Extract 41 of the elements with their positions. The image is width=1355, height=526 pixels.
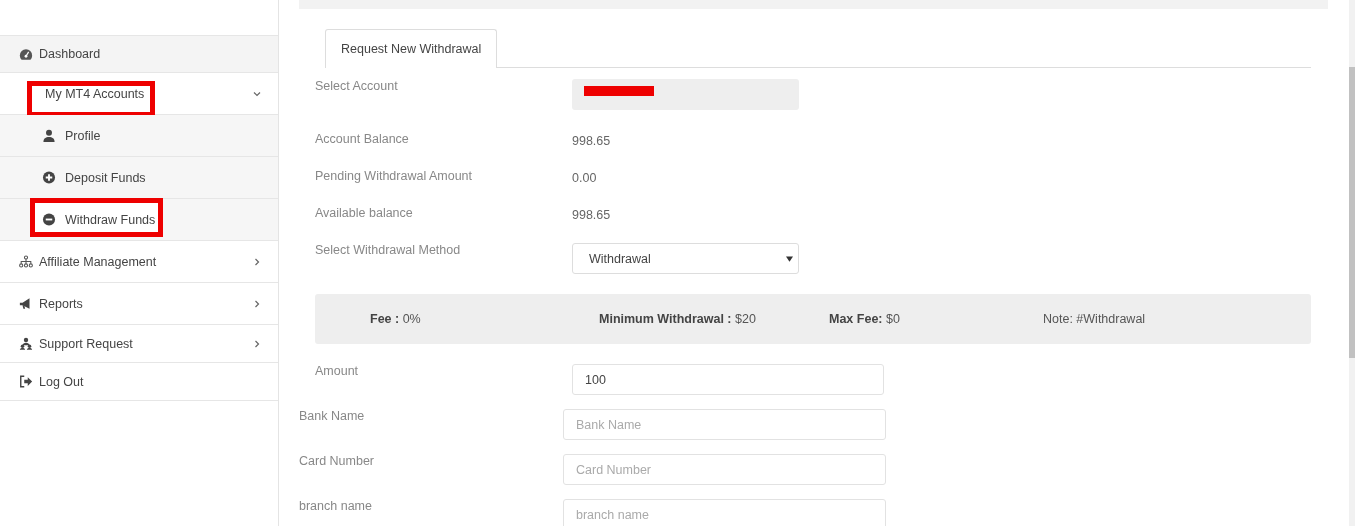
nav-item[interactable]: Dashboard [0, 35, 278, 73]
person-icon [42, 129, 56, 142]
submenu-item[interactable]: Deposit Funds [0, 157, 278, 199]
input-field[interactable]: branch name [563, 499, 886, 526]
field-label: Account Balance [315, 132, 410, 146]
input-field[interactable]: Bank Name [563, 409, 886, 440]
field-label: Select Withdrawal Method [315, 243, 462, 257]
submenu-item[interactable]: Withdraw Funds [0, 199, 278, 241]
plus-circle-icon [42, 171, 56, 184]
field-value: 998.65 [572, 207, 611, 222]
tab[interactable]: Request New Withdrawal [325, 29, 498, 68]
field-label: Pending Withdrawal Amount [315, 169, 474, 183]
megaphone-icon [19, 297, 33, 310]
dropdown-caret-icon [786, 255, 793, 262]
info-text: Max Fee: $0 [829, 312, 901, 326]
chevron-right-icon [252, 256, 262, 267]
minus-circle-icon [42, 213, 56, 226]
input-field[interactable]: Card Number [563, 454, 886, 485]
sitemap-icon [19, 255, 33, 268]
submenu-item[interactable]: Profile [0, 115, 278, 157]
scrollbar[interactable] [1349, 0, 1355, 526]
chevron-right-icon [252, 338, 262, 349]
chevron-right-icon [252, 298, 262, 309]
method-select[interactable]: Withdrawal [572, 243, 799, 274]
account-field[interactable] [572, 79, 799, 110]
field-label: Available balance [315, 206, 414, 220]
info-text: Fee : 0% [370, 312, 422, 326]
redaction-bar [584, 86, 654, 96]
info-text: Minimum Withdrawal : $20 [599, 312, 757, 326]
field-label: Bank Name [299, 409, 366, 423]
field-label: Select Account [315, 79, 399, 93]
gauge-icon [19, 47, 33, 61]
field-value: 0.00 [572, 170, 597, 185]
field-label: Amount [315, 364, 360, 378]
amount-field[interactable]: 100 [572, 364, 884, 395]
field-label: Card Number [299, 454, 376, 468]
field-value: 998.65 [572, 133, 611, 148]
people-icon [19, 337, 33, 350]
field-label: branch name [299, 499, 373, 513]
info-text: Note: #Withdrawal [1043, 312, 1147, 326]
logout-icon [19, 375, 33, 388]
